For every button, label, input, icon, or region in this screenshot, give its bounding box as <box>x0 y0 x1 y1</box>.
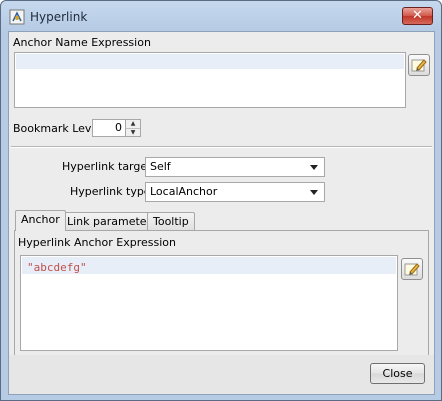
bookmark-level-input[interactable]: 0 <box>92 119 126 137</box>
hyperlink-type-value: LocalAnchor <box>150 185 218 198</box>
arrow-down-icon[interactable]: ▼ <box>126 128 140 136</box>
anchor-name-expression-input[interactable] <box>14 52 406 108</box>
anchor-expression-edit-button[interactable] <box>401 258 423 280</box>
arrow-up-icon[interactable]: ▲ <box>126 120 140 128</box>
hyperlink-type-select[interactable]: LocalAnchor <box>145 182 325 202</box>
anchor-name-label: Anchor Name Expression <box>13 36 151 49</box>
window-title: Hyperlink <box>30 10 88 24</box>
hyperlink-target-label: Hyperlink target <box>62 160 152 173</box>
window-close-button[interactable]: ✕ <box>402 7 433 25</box>
hyperlink-app-icon <box>9 9 25 25</box>
chevron-down-icon <box>310 165 318 170</box>
pencil-edit-icon <box>404 263 420 276</box>
tab-anchor[interactable]: Anchor <box>15 210 66 231</box>
anchor-name-edit-button[interactable] <box>408 54 430 76</box>
bookmark-level-spinner[interactable]: ▲ ▼ <box>125 119 141 137</box>
anchor-expression-text: "abcdefg" <box>27 261 87 274</box>
button-bar: Close <box>9 355 434 394</box>
chevron-down-icon <box>310 190 318 195</box>
anchor-tab-panel: Hyperlink Anchor Expression "abcdefg" <box>14 230 429 356</box>
pencil-edit-icon <box>411 59 427 72</box>
anchor-expression-input[interactable]: "abcdefg" <box>20 255 398 351</box>
hyperlink-type-label: Hyperlink type <box>70 185 151 198</box>
close-button[interactable]: Close <box>370 363 425 384</box>
current-line-highlight <box>16 54 404 69</box>
tab-tooltip[interactable]: Tooltip <box>147 212 195 230</box>
hyperlink-target-select[interactable]: Self <box>145 157 325 177</box>
section-separator <box>11 146 432 148</box>
dialog-body: Anchor Name Expression Bookmark Level 0 … <box>8 31 435 395</box>
hyperlink-target-value: Self <box>150 160 171 173</box>
anchor-expression-label: Hyperlink Anchor Expression <box>18 236 176 249</box>
hyperlink-dialog: Hyperlink ✕ Anchor Name Expression Bookm… <box>0 0 442 401</box>
bookmark-level-label: Bookmark Level <box>13 122 102 135</box>
title-bar[interactable]: Hyperlink ✕ <box>1 1 441 31</box>
